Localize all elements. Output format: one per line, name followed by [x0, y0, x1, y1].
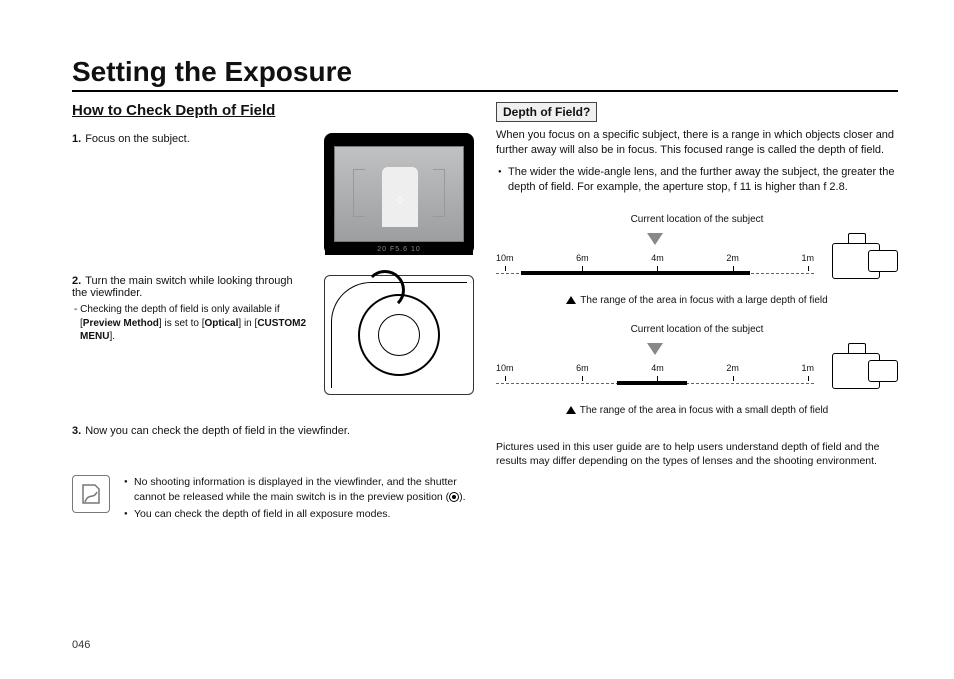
section-subhead: How to Check Depth of Field [72, 102, 474, 119]
triangle-up-icon [566, 296, 576, 304]
triangle-up-icon [566, 406, 576, 414]
tick-2m: 2m [726, 363, 739, 373]
diagram-top-label-1: Current location of the subject [496, 214, 898, 225]
tick-4m: 4m [651, 363, 664, 373]
dof-paragraph: When you focus on a specific subject, th… [496, 128, 898, 159]
step-2-text: Turn the main switch while looking throu… [72, 275, 293, 299]
dial-illustration [324, 275, 474, 395]
tick-6m: 6m [576, 363, 589, 373]
tick-10m: 10m [496, 253, 514, 263]
caption-small: The range of the area in focus with a sm… [496, 405, 898, 416]
diagram-large-dof: Current location of the subject 10m 6m 4… [496, 214, 898, 306]
note-item-2: You can check the depth of field in all … [124, 507, 474, 522]
tick-1m: 1m [801, 253, 814, 263]
caption-large: The range of the area in focus with a la… [496, 295, 898, 306]
end-paragraph: Pictures used in this user guide are to … [496, 440, 898, 469]
step-2-number: 2. [72, 275, 81, 287]
tick-6m: 6m [576, 253, 589, 263]
note-icon [72, 475, 110, 513]
diagram-small-dof: Current location of the subject 10m 6m 4… [496, 324, 898, 416]
tick-10m: 10m [496, 363, 514, 373]
step-2-note: - Checking the depth of field is only av… [72, 303, 310, 344]
step-3-text: Now you can check the depth of field in … [85, 425, 350, 437]
step-1-text: Focus on the subject. [85, 133, 190, 145]
camera-icon [820, 339, 898, 397]
page-number: 046 [72, 639, 90, 651]
camera-icon [820, 229, 898, 287]
left-column: How to Check Depth of Field 1. Focus on t… [72, 102, 474, 525]
note-block: No shooting information is displayed in … [72, 475, 474, 525]
diagram-top-label-2: Current location of the subject [496, 324, 898, 335]
dof-heading: Depth of Field? [496, 102, 597, 122]
lcd-status-bar: 20 F5.6 10 [325, 243, 473, 255]
step-1-number: 1. [72, 133, 81, 145]
preview-ring-icon [449, 492, 459, 502]
subject-marker-icon [647, 343, 663, 355]
lcd-illustration: 20 F5.6 10 [324, 133, 474, 255]
note-item-1: No shooting information is displayed in … [124, 475, 474, 505]
tick-4m: 4m [651, 253, 664, 263]
step-3: 3. Now you can check the depth of field i… [72, 425, 474, 437]
subject-marker-icon [647, 233, 663, 245]
page-title: Setting the Exposure [72, 56, 898, 92]
dof-bullet: The wider the wide-angle lens, and the f… [496, 165, 898, 196]
right-column: Depth of Field? When you focus on a spec… [496, 102, 898, 525]
tick-2m: 2m [726, 253, 739, 263]
step-1: 1. Focus on the subject. 20 F5.6 10 [72, 133, 474, 255]
tick-1m: 1m [801, 363, 814, 373]
step-3-number: 3. [72, 425, 81, 437]
step-2: 2.Turn the main switch while looking thr… [72, 275, 474, 395]
